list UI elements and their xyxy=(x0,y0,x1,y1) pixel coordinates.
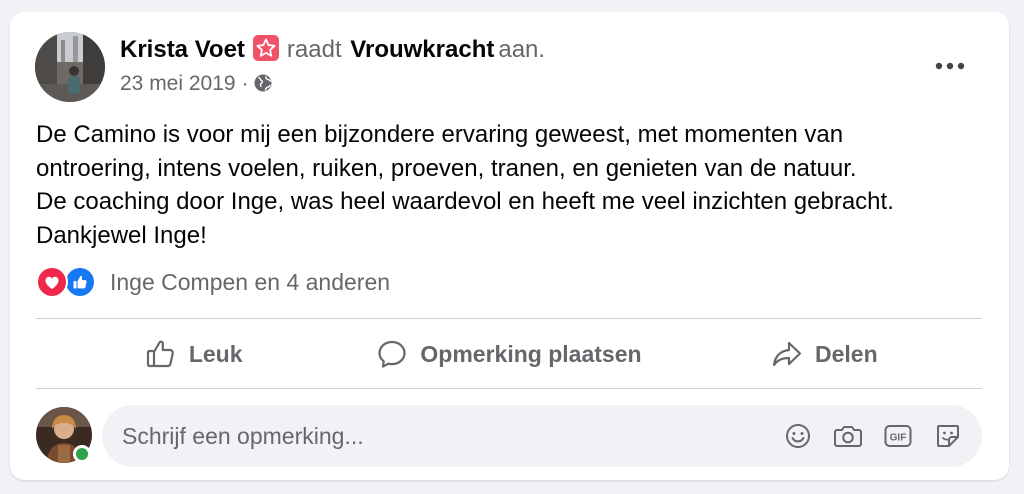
divider xyxy=(36,318,982,319)
like-reaction-icon xyxy=(64,266,96,298)
share-button[interactable]: Delen xyxy=(667,320,982,388)
svg-text:GIF: GIF xyxy=(890,433,907,444)
recommend-verb: raadt xyxy=(286,36,342,63)
love-reaction-icon xyxy=(36,266,68,298)
post-date[interactable]: 23 mei 2019 xyxy=(120,72,236,95)
meta-separator: · xyxy=(241,72,249,95)
divider xyxy=(36,388,982,389)
sticker-icon[interactable] xyxy=(930,418,966,454)
comment-button[interactable]: Opmerking plaatsen xyxy=(351,320,666,388)
more-options-button[interactable] xyxy=(927,48,973,84)
composer-icons: GIF xyxy=(766,418,982,454)
reactions-label[interactable]: Inge Compen en 4 anderen xyxy=(110,269,390,296)
online-status-dot xyxy=(73,445,91,463)
star-badge-icon xyxy=(252,35,279,61)
share-label: Delen xyxy=(815,340,878,367)
post-header: Krista Voet raadt Vrouwkracht aan. xyxy=(120,34,545,66)
post-card: Krista Voet raadt Vrouwkracht aan. 23 mei … xyxy=(10,12,1009,480)
comment-composer: GIF xyxy=(102,404,982,468)
author-name[interactable]: Krista Voet xyxy=(120,36,245,63)
author-avatar[interactable] xyxy=(35,32,105,102)
comment-icon xyxy=(376,338,408,370)
action-bar: Leuk Opmerking plaatsen Delen xyxy=(36,320,982,388)
comment-label: Opmerking plaatsen xyxy=(420,340,642,367)
like-button[interactable]: Leuk xyxy=(36,320,351,388)
share-arrow-icon xyxy=(771,338,803,370)
recommend-suffix: aan. xyxy=(498,36,546,63)
reactions-summary[interactable]: Inge Compen en 4 anderen xyxy=(36,265,390,299)
page-name[interactable]: Vrouwkracht xyxy=(350,36,494,63)
post-text-line: De coaching door Inge, was heel waardevo… xyxy=(36,188,894,215)
emoji-icon[interactable] xyxy=(780,418,816,454)
more-dots-icon xyxy=(935,62,965,70)
post-text: De Camino is voor mij een bijzondere erv… xyxy=(36,118,996,252)
gif-icon[interactable]: GIF xyxy=(880,418,916,454)
camera-icon[interactable] xyxy=(830,418,866,454)
like-label: Leuk xyxy=(188,340,243,367)
post-text-line: ontroering, intens voelen, ruiken, proev… xyxy=(36,154,857,182)
post-text-line: Dankjewel Inge! xyxy=(36,221,207,249)
post-meta: 23 mei 2019 · xyxy=(120,70,273,101)
comment-input[interactable] xyxy=(102,404,766,468)
post-text-line: De Camino is voor mij een bijzondere erv… xyxy=(36,121,844,148)
thumbs-up-icon xyxy=(145,338,177,370)
globe-icon xyxy=(253,73,273,101)
